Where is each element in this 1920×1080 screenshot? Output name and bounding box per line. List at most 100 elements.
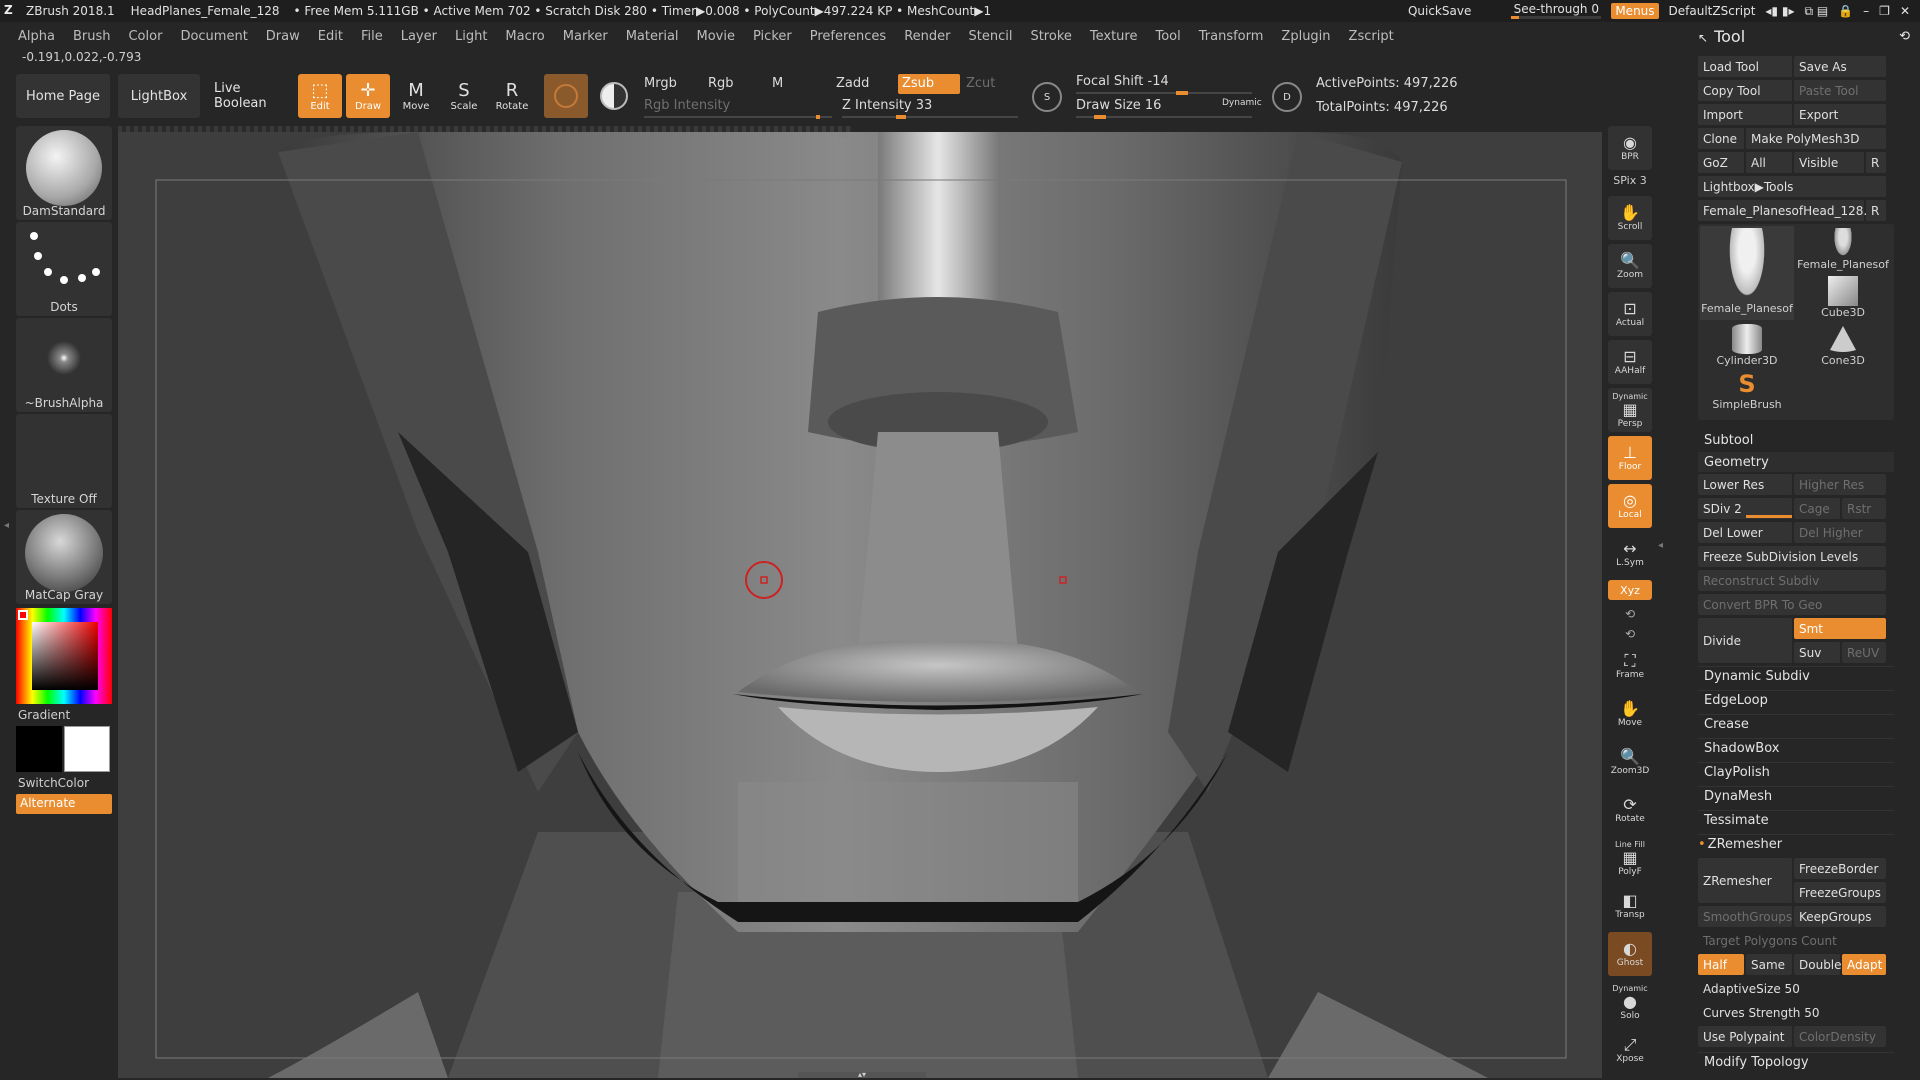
menu-light[interactable]: Light	[455, 29, 487, 44]
rotate-mode-button[interactable]: R Rotate	[490, 74, 534, 118]
adaptive-size-slider[interactable]: AdaptiveSize 50	[1698, 978, 1886, 999]
zremesher-section[interactable]: • ZRemesher	[1698, 834, 1894, 854]
reconstruct-subdiv-button[interactable]: Reconstruct Subdiv	[1698, 570, 1886, 591]
menu-brush[interactable]: Brush	[73, 29, 111, 44]
menu-layer[interactable]: Layer	[401, 29, 437, 44]
tool-thumb-cone3d[interactable]: Cone3D	[1796, 322, 1890, 368]
menu-render[interactable]: Render	[904, 29, 950, 44]
viewport-bottom-scroll-handle[interactable]: ▴▾	[798, 1071, 926, 1078]
suv-toggle[interactable]: Suv	[1794, 642, 1840, 663]
geometry-section[interactable]: Geometry	[1698, 452, 1894, 472]
menu-transform[interactable]: Transform	[1199, 29, 1264, 44]
use-polypaint-button[interactable]: Use Polypaint	[1698, 1026, 1792, 1047]
maximize-icon[interactable]: ❐	[1879, 4, 1890, 18]
reset-icon[interactable]: ⟲	[1899, 29, 1910, 44]
modify-topology-section[interactable]: Modify Topology	[1698, 1052, 1894, 1072]
lsym-button[interactable]: ↔ L.Sym	[1608, 532, 1652, 576]
higher-res-button[interactable]: Higher Res	[1794, 474, 1886, 495]
zoom3d-button[interactable]: 🔍 Zoom3D	[1608, 740, 1652, 784]
transp-button[interactable]: ◧ Transp	[1608, 884, 1652, 928]
subtool-section[interactable]: Subtool	[1698, 430, 1753, 450]
cage-button[interactable]: Cage	[1794, 498, 1840, 519]
sdiv-slider[interactable]: SDiv 2	[1698, 498, 1792, 519]
solo-button[interactable]: Dynamic ● Solo	[1608, 980, 1652, 1024]
xpose-button[interactable]: ⤢ Xpose	[1608, 1028, 1652, 1072]
goz-visible-button[interactable]: Visible	[1794, 152, 1864, 173]
menu-picker[interactable]: Picker	[753, 29, 792, 44]
material-sphere-button[interactable]	[592, 74, 636, 118]
tool-palette-header[interactable]: ↖ Tool ⟲	[1690, 24, 1920, 48]
local-button[interactable]: ◎ Local	[1608, 484, 1652, 528]
tool-thumb-cube3d[interactable]: Cube3D	[1796, 274, 1890, 320]
xyz-button[interactable]: Xyz	[1608, 580, 1652, 600]
menu-marker[interactable]: Marker	[563, 29, 608, 44]
switch-color-button[interactable]: SwitchColor	[16, 772, 112, 794]
goz-r-button[interactable]: R	[1866, 152, 1886, 173]
move-view-button[interactable]: ✋ Move	[1608, 692, 1652, 736]
same-button[interactable]: Same	[1746, 954, 1792, 975]
menu-material[interactable]: Material	[626, 29, 679, 44]
menu-alpha[interactable]: Alpha	[18, 29, 55, 44]
zcut-button[interactable]: Zcut	[966, 76, 995, 91]
menu-texture[interactable]: Texture	[1090, 29, 1138, 44]
shadowbox-section[interactable]: ShadowBox	[1698, 738, 1894, 758]
save-as-button[interactable]: Save As	[1794, 56, 1886, 77]
canvas-viewport[interactable]: ▴▾	[118, 132, 1602, 1078]
divide-button[interactable]: Divide	[1698, 618, 1792, 663]
convert-bpr-button[interactable]: Convert BPR To Geo	[1698, 594, 1886, 615]
frame-button[interactable]: ⛶ Frame	[1608, 644, 1652, 688]
lightbox-tools-button[interactable]: Lightbox▶Tools	[1698, 176, 1886, 197]
window-layout-icon[interactable]: ⧉ ▤	[1804, 4, 1828, 19]
curves-strength-slider[interactable]: Curves Strength 50	[1698, 1002, 1886, 1023]
viewport-top-scroll-handle[interactable]	[838, 132, 848, 138]
secondary-color-black[interactable]	[16, 726, 62, 772]
claypolish-section[interactable]: ClayPolish	[1698, 762, 1894, 782]
tessimate-section[interactable]: Tessimate	[1698, 810, 1894, 830]
bpr-button[interactable]: ◉ BPR	[1608, 126, 1652, 170]
menu-color[interactable]: Color	[128, 29, 162, 44]
scroll-button[interactable]: ✋ Scroll	[1608, 196, 1652, 240]
keep-groups-button[interactable]: KeepGroups	[1794, 906, 1886, 927]
menu-macro[interactable]: Macro	[505, 29, 544, 44]
tool-thumb-female-planes-small[interactable]: Female_Planesof	[1796, 226, 1890, 272]
polyf-button[interactable]: Line Fill ▦ PolyF	[1608, 836, 1652, 880]
draw-mode-button[interactable]: ✛ Draw	[346, 74, 390, 118]
current-tool-slider[interactable]: Female_PlanesofHead_128.	[1698, 200, 1867, 221]
menu-preferences[interactable]: Preferences	[810, 29, 886, 44]
menu-zscript[interactable]: Zscript	[1349, 29, 1394, 44]
menu-tool[interactable]: Tool	[1155, 29, 1180, 44]
smooth-groups-slider[interactable]: SmoothGroups	[1698, 906, 1792, 927]
menu-stroke[interactable]: Stroke	[1030, 29, 1071, 44]
z-intensity-slider[interactable]: Z Intensity 33	[842, 98, 932, 113]
double-button[interactable]: Double	[1794, 954, 1842, 975]
draw-size-slider[interactable]: Draw Size 16	[1076, 98, 1161, 113]
rotate-view-button[interactable]: ⟳ Rotate	[1608, 788, 1652, 832]
current-tool-r-button[interactable]: R	[1866, 200, 1886, 221]
edgeloop-section[interactable]: EdgeLoop	[1698, 690, 1894, 710]
color-picker[interactable]	[16, 608, 112, 704]
default-zscript-button[interactable]: DefaultZScript	[1669, 4, 1756, 18]
material-picker[interactable]: MatCap Gray	[16, 510, 112, 604]
dynamic-subdiv-section[interactable]: Dynamic Subdiv	[1698, 666, 1894, 686]
focal-shift-slider[interactable]: Focal Shift -14	[1076, 74, 1169, 89]
alternate-button[interactable]: Alternate	[16, 794, 112, 814]
persp-button[interactable]: Dynamic ▦ Persp	[1608, 388, 1652, 432]
rgb-intensity-slider[interactable]: Rgb Intensity	[644, 98, 730, 113]
smt-toggle[interactable]: Smt	[1794, 618, 1886, 639]
dynamic-draw-icon[interactable]: D	[1272, 82, 1302, 112]
menu-stencil[interactable]: Stencil	[968, 29, 1012, 44]
actual-button[interactable]: ⊡ Actual	[1608, 292, 1652, 336]
brush-picker[interactable]: DamStandard	[16, 126, 112, 220]
adapt-button[interactable]: Adapt	[1842, 954, 1886, 975]
tool-thumb-cylinder3d[interactable]: Cylinder3D	[1700, 322, 1794, 368]
scale-mode-button[interactable]: S Scale	[442, 74, 486, 118]
quicksave-button[interactable]: QuickSave	[1408, 4, 1471, 18]
lock-icon[interactable]: 🔒	[1838, 4, 1853, 18]
goz-all-button[interactable]: All	[1746, 152, 1792, 173]
tool-thumb-female-planes-main[interactable]: Female_Planesof	[1700, 226, 1794, 320]
menu-file[interactable]: File	[361, 29, 383, 44]
load-tool-button[interactable]: Load Tool	[1698, 56, 1792, 77]
copy-tool-button[interactable]: Copy Tool	[1698, 80, 1792, 101]
lightbox-button[interactable]: LightBox	[118, 74, 200, 118]
menu-zplugin[interactable]: Zplugin	[1281, 29, 1330, 44]
